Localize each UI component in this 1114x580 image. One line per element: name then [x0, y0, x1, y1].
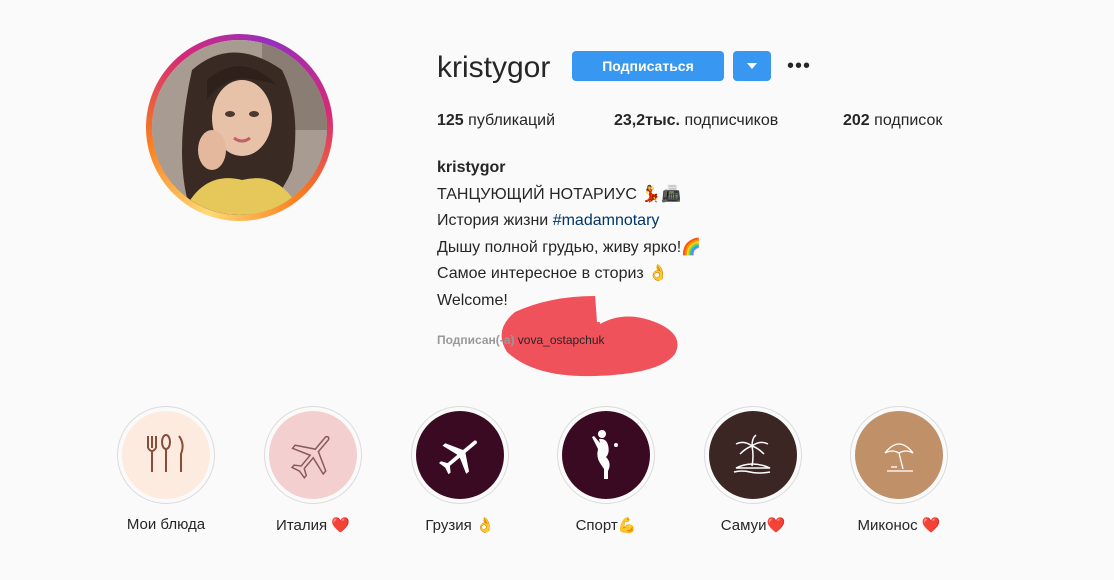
- highlight-cover: [269, 411, 357, 499]
- highlight-item[interactable]: Миконос ❤️: [849, 406, 949, 534]
- followers-stat[interactable]: 23,2тыс. подписчиков: [614, 111, 778, 131]
- more-options-button[interactable]: •••: [786, 56, 812, 76]
- bio-line: Самое интересное в сториз 👌: [437, 265, 669, 282]
- bio-name: kristygor: [437, 159, 506, 176]
- posts-stat: 125 публикаций: [437, 111, 555, 131]
- cutlery-icon: [147, 434, 184, 472]
- followed-by[interactable]: Подписан(-а) vova_ostapchuk: [437, 333, 605, 347]
- hashtag-link[interactable]: #madamnotary: [553, 212, 660, 229]
- highlight-label: Миконос ❤️: [857, 517, 941, 534]
- airplane-icon: [438, 440, 477, 475]
- follow-button[interactable]: Подписаться: [572, 51, 724, 81]
- highlight-label: Спорт💪: [575, 517, 637, 534]
- avatar-photo-icon: [152, 40, 327, 215]
- highlight-item[interactable]: Мои блюда: [116, 406, 216, 533]
- followers-label: подписчиков: [684, 112, 779, 129]
- profile-username: kristygor: [437, 51, 551, 84]
- beach-umbrella-icon: [884, 443, 914, 472]
- highlight-cover: [709, 411, 797, 499]
- woman-silhouette-icon: [592, 430, 618, 479]
- bio-line: Дышу полной грудью, живу ярко!🌈: [437, 238, 702, 256]
- followed-by-label: Подписан(-а): [437, 333, 515, 347]
- followed-by-user[interactable]: vova_ostapchuk: [518, 333, 605, 347]
- followers-count: 23,2тыс.: [614, 112, 680, 129]
- bio-line-hashtag: История жизни #madamnotary: [437, 208, 701, 235]
- profile-avatar-ring[interactable]: [146, 34, 333, 221]
- highlight-cover: [416, 411, 504, 499]
- highlight-item[interactable]: Грузия 👌: [410, 406, 510, 534]
- highlight-label: Самуи❤️: [720, 517, 786, 534]
- highlight-cover: [562, 411, 650, 499]
- highlight-circle[interactable]: [411, 406, 509, 504]
- posts-label: публикаций: [468, 112, 556, 129]
- highlight-item[interactable]: Италия ❤️: [263, 406, 363, 534]
- avatar[interactable]: [152, 40, 327, 215]
- bio-text: История жизни: [437, 212, 553, 229]
- highlight-circle[interactable]: [264, 406, 362, 504]
- highlight-circle[interactable]: [850, 406, 948, 504]
- highlight-circle[interactable]: [117, 406, 215, 504]
- palm-island-icon: [733, 434, 771, 474]
- highlight-label: Италия ❤️: [276, 517, 350, 534]
- chevron-down-icon: [747, 63, 757, 69]
- following-count: 202: [843, 112, 870, 129]
- bio-line: ТАНЦУЮЩИЙ НОТАРИУС 💃📠: [437, 185, 682, 203]
- airplane-icon: [290, 435, 330, 479]
- suggestions-dropdown-button[interactable]: [733, 51, 771, 81]
- following-label: подписок: [874, 112, 943, 129]
- highlight-circle[interactable]: [557, 406, 655, 504]
- highlight-item[interactable]: Спорт💪: [556, 406, 656, 534]
- following-stat[interactable]: 202 подписок: [843, 111, 942, 131]
- highlight-circle[interactable]: [704, 406, 802, 504]
- highlight-item[interactable]: Самуи❤️: [703, 406, 803, 534]
- highlight-cover: [122, 411, 210, 499]
- highlight-cover: [855, 411, 943, 499]
- highlight-label: Грузия 👌: [425, 517, 495, 534]
- posts-count: 125: [437, 112, 464, 129]
- highlight-label: Мои блюда: [126, 516, 206, 533]
- profile-bio: kristygor ТАНЦУЮЩИЙ НОТАРИУС 💃📠 История …: [437, 155, 701, 314]
